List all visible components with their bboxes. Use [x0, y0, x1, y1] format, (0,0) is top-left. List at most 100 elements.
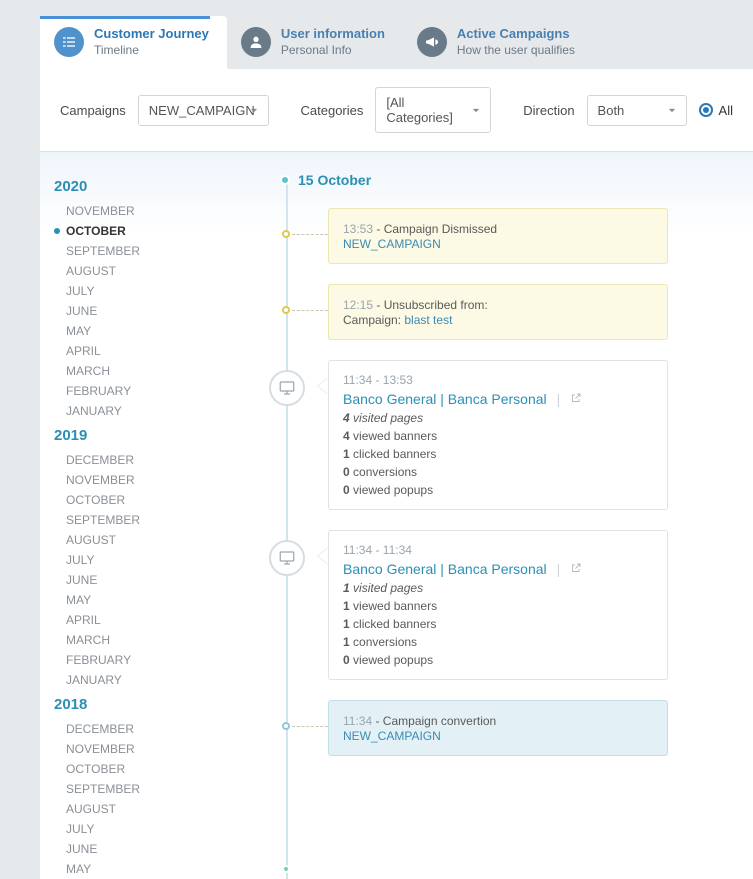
stat-line: 0 viewed popups: [343, 483, 653, 497]
direction-value: Both: [598, 103, 625, 118]
categories-select[interactable]: [All Categories]: [375, 87, 491, 133]
user-icon: [241, 27, 271, 57]
year-2019[interactable]: 2019: [54, 427, 250, 444]
month-september[interactable]: SEPTEMBER: [54, 779, 250, 799]
session-time: 11:34 - 13:53: [343, 373, 653, 387]
connector-line: [292, 726, 328, 727]
stat-line: 1 viewed banners: [343, 599, 653, 613]
tab-active-campaigns[interactable]: Active Campaigns How the user qualifies: [403, 16, 593, 69]
month-august[interactable]: AUGUST: [54, 799, 250, 819]
stat-line: 1 conversions: [343, 635, 653, 649]
tab-title: User information: [281, 26, 385, 41]
event-text: - Unsubscribed from:: [373, 298, 488, 312]
year-2020[interactable]: 2020: [54, 178, 250, 195]
month-march[interactable]: MARCH: [54, 630, 250, 650]
month-november[interactable]: NOVEMBER: [54, 201, 250, 221]
connector-line: [292, 310, 328, 311]
tab-subtitle: Timeline: [94, 43, 209, 57]
caret-down-icon: [668, 103, 676, 118]
month-september[interactable]: SEPTEMBER: [54, 241, 250, 261]
event-card[interactable]: 12:15 - Unsubscribed from:Campaign: blas…: [328, 284, 668, 340]
date-label: 15 October: [298, 172, 371, 188]
month-june[interactable]: JUNE: [54, 839, 250, 859]
month-october[interactable]: OCTOBER: [54, 759, 250, 779]
session-title[interactable]: Banco General | Banca Personal: [343, 391, 547, 407]
event-text: - Campaign convertion: [372, 714, 496, 728]
month-july[interactable]: JULY: [54, 281, 250, 301]
campaign-link[interactable]: NEW_CAMPAIGN: [343, 729, 441, 743]
month-november[interactable]: NOVEMBER: [54, 739, 250, 759]
month-may[interactable]: MAY: [54, 859, 250, 879]
date-sidebar: 2020NOVEMBEROCTOBERSEPTEMBERAUGUSTJULYJU…: [40, 172, 260, 879]
stat-line: 0 viewed popups: [343, 653, 653, 667]
filter-bar: Campaigns NEW_CAMPAIGN Categories [All C…: [40, 69, 753, 152]
month-april[interactable]: APRIL: [54, 610, 250, 630]
stat-line: 1 clicked banners: [343, 617, 653, 631]
month-august[interactable]: AUGUST: [54, 530, 250, 550]
stat-line: 1 visited pages: [343, 581, 653, 595]
month-december[interactable]: DECEMBER: [54, 450, 250, 470]
campaign-link[interactable]: NEW_CAMPAIGN: [343, 237, 441, 251]
direction-label: Direction: [523, 103, 574, 118]
year-2018[interactable]: 2018: [54, 696, 250, 713]
timeline: 15 October 13:53 - Campaign DismissedNEW…: [260, 172, 753, 879]
month-january[interactable]: JANUARY: [54, 401, 250, 421]
tab-bar: Customer Journey Timeline User informati…: [0, 16, 753, 69]
connector-line: [292, 234, 328, 235]
card-pointer: [318, 378, 328, 394]
session-card[interactable]: 11:34 - 11:34Banco General | Banca Perso…: [328, 530, 668, 680]
tab-subtitle: Personal Info: [281, 43, 385, 57]
tab-title: Customer Journey: [94, 26, 209, 41]
timeline-event: 12:15 - Unsubscribed from:Campaign: blas…: [260, 284, 753, 340]
event-card[interactable]: 11:34 - Campaign convertionNEW_CAMPAIGN: [328, 700, 668, 756]
event-sublabel: Campaign:: [343, 313, 404, 327]
month-october[interactable]: OCTOBER: [54, 221, 250, 241]
month-february[interactable]: FEBRUARY: [54, 381, 250, 401]
stat-line: 1 clicked banners: [343, 447, 653, 461]
month-july[interactable]: JULY: [54, 819, 250, 839]
session-title[interactable]: Banco General | Banca Personal: [343, 561, 547, 577]
stat-line: 0 conversions: [343, 465, 653, 479]
radio-all[interactable]: All: [699, 103, 733, 118]
month-august[interactable]: AUGUST: [54, 261, 250, 281]
external-link-icon[interactable]: [570, 561, 582, 577]
tab-subtitle: How the user qualifies: [457, 43, 575, 57]
monitor-icon: [269, 370, 305, 406]
month-may[interactable]: MAY: [54, 590, 250, 610]
month-june[interactable]: JUNE: [54, 301, 250, 321]
categories-value: [All Categories]: [386, 95, 460, 125]
timeline-event: 11:34 - Campaign convertionNEW_CAMPAIGN: [260, 700, 753, 756]
session-card[interactable]: 11:34 - 13:53 Banco General | Banca Perso…: [328, 360, 668, 510]
timeline-event: 11:34 - 13:53 Banco General | Banca Perso…: [260, 360, 753, 510]
tab-user-information[interactable]: User information Personal Info: [227, 16, 403, 69]
month-september[interactable]: SEPTEMBER: [54, 510, 250, 530]
month-october[interactable]: OCTOBER: [54, 490, 250, 510]
stat-line: 4 visited pages: [343, 411, 653, 425]
tab-customer-journey[interactable]: Customer Journey Timeline: [40, 16, 227, 69]
timeline-event: 11:34 - 11:34Banco General | Banca Perso…: [260, 530, 753, 680]
month-june[interactable]: JUNE: [54, 570, 250, 590]
event-time: 13:53: [343, 222, 373, 236]
month-january[interactable]: JANUARY: [54, 670, 250, 690]
tab-title: Active Campaigns: [457, 26, 575, 41]
event-text: - Campaign Dismissed: [373, 222, 497, 236]
event-card[interactable]: 13:53 - Campaign DismissedNEW_CAMPAIGN: [328, 208, 668, 264]
month-may[interactable]: MAY: [54, 321, 250, 341]
campaigns-value: NEW_CAMPAIGN: [149, 103, 255, 118]
direction-select[interactable]: Both: [587, 95, 687, 126]
caret-down-icon: [472, 103, 480, 118]
month-november[interactable]: NOVEMBER: [54, 470, 250, 490]
list-icon: [54, 27, 84, 57]
campaign-link[interactable]: blast test: [404, 313, 452, 327]
event-time: 12:15: [343, 298, 373, 312]
month-april[interactable]: APRIL: [54, 341, 250, 361]
timeline-event: 13:53 - Campaign DismissedNEW_CAMPAIGN: [260, 208, 753, 264]
external-link-icon[interactable]: [570, 391, 582, 407]
campaigns-select[interactable]: NEW_CAMPAIGN: [138, 95, 269, 126]
categories-label: Categories: [301, 103, 364, 118]
month-july[interactable]: JULY: [54, 550, 250, 570]
month-december[interactable]: DECEMBER: [54, 719, 250, 739]
month-february[interactable]: FEBRUARY: [54, 650, 250, 670]
month-march[interactable]: MARCH: [54, 361, 250, 381]
date-node: 15 October: [260, 172, 753, 188]
